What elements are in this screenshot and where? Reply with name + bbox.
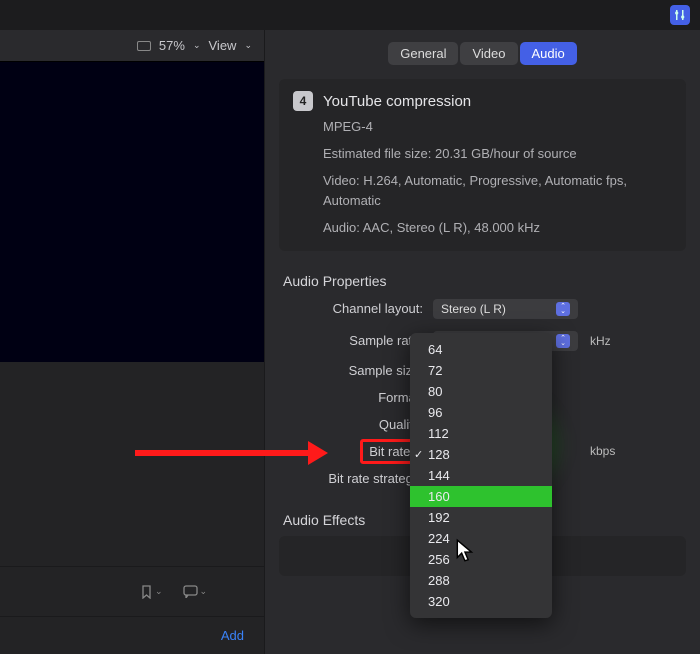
bitrate-option-96[interactable]: 96 — [410, 402, 552, 423]
tab-video[interactable]: Video — [460, 42, 517, 65]
fit-icon[interactable] — [137, 41, 151, 51]
bitrate-option-144[interactable]: 144 — [410, 465, 552, 486]
bitrate-option-224[interactable]: 224 — [410, 528, 552, 549]
channel-layout-label: Channel layout: — [283, 301, 433, 316]
sample-rate-unit: kHz — [590, 334, 611, 348]
zoom-readout: 57% — [159, 38, 185, 53]
channel-layout-select[interactable]: Stereo (L R) — [433, 299, 578, 319]
channel-layout-value: Stereo (L R) — [441, 302, 506, 316]
title-bar — [0, 0, 700, 30]
bitrate-option-112[interactable]: 112 — [410, 423, 552, 444]
preset-number-badge: 4 — [293, 91, 313, 111]
chevron-down-icon[interactable]: ⌄ — [193, 40, 201, 51]
preview-canvas — [0, 62, 264, 362]
audio-properties-title: Audio Properties — [283, 273, 682, 289]
main-layout: 57% ⌄ View ⌄ ⌄ ⌄ Add General Video Audio — [0, 30, 700, 654]
tab-general[interactable]: General — [388, 42, 458, 65]
tab-audio[interactable]: Audio — [520, 42, 577, 65]
preset-estimated: Estimated file size: 20.31 GB/hour of so… — [323, 144, 672, 165]
bitrate-option-128[interactable]: 128 — [410, 444, 552, 465]
comment-button[interactable]: ⌄ — [183, 585, 208, 598]
annotation-arrow — [135, 450, 310, 456]
updown-icon — [556, 334, 570, 348]
preset-summary: 4 YouTube compression MPEG-4 Estimated f… — [279, 79, 686, 251]
bitrate-option-256[interactable]: 256 — [410, 549, 552, 570]
left-pane: 57% ⌄ View ⌄ ⌄ ⌄ Add — [0, 30, 265, 654]
adjust-icon[interactable] — [670, 5, 690, 25]
row-channel-layout: Channel layout: Stereo (L R) — [265, 293, 700, 325]
add-button[interactable]: Add — [221, 628, 244, 643]
preset-audio: Audio: AAC, Stereo (L R), 48.000 kHz — [323, 218, 672, 239]
bitrate-option-72[interactable]: 72 — [410, 360, 552, 381]
bitrate-option-320[interactable]: 320 — [410, 591, 552, 612]
bitrate-option-160[interactable]: 160 — [410, 486, 552, 507]
bitrate-option-64[interactable]: 64 — [410, 339, 552, 360]
inspector-tabs: General Video Audio — [265, 30, 700, 73]
updown-icon — [556, 302, 570, 316]
bit-rate-dropdown[interactable]: 64728096112128144160192224256288320 — [410, 333, 552, 618]
left-footer: Add — [0, 616, 264, 654]
bit-rate-unit: kbps — [590, 444, 615, 458]
chevron-down-icon[interactable]: ⌄ — [244, 40, 252, 51]
left-toolbar: ⌄ ⌄ — [0, 566, 264, 616]
bitrate-option-288[interactable]: 288 — [410, 570, 552, 591]
left-empty — [0, 362, 264, 566]
bookmark-button[interactable]: ⌄ — [140, 585, 163, 599]
preset-container: MPEG-4 — [323, 117, 672, 138]
preset-video: Video: H.264, Automatic, Progressive, Au… — [323, 171, 672, 213]
preview-controls: 57% ⌄ View ⌄ — [0, 30, 264, 62]
bitrate-option-80[interactable]: 80 — [410, 381, 552, 402]
preset-title: YouTube compression — [323, 93, 471, 110]
view-menu[interactable]: View — [209, 38, 237, 53]
bitrate-option-192[interactable]: 192 — [410, 507, 552, 528]
